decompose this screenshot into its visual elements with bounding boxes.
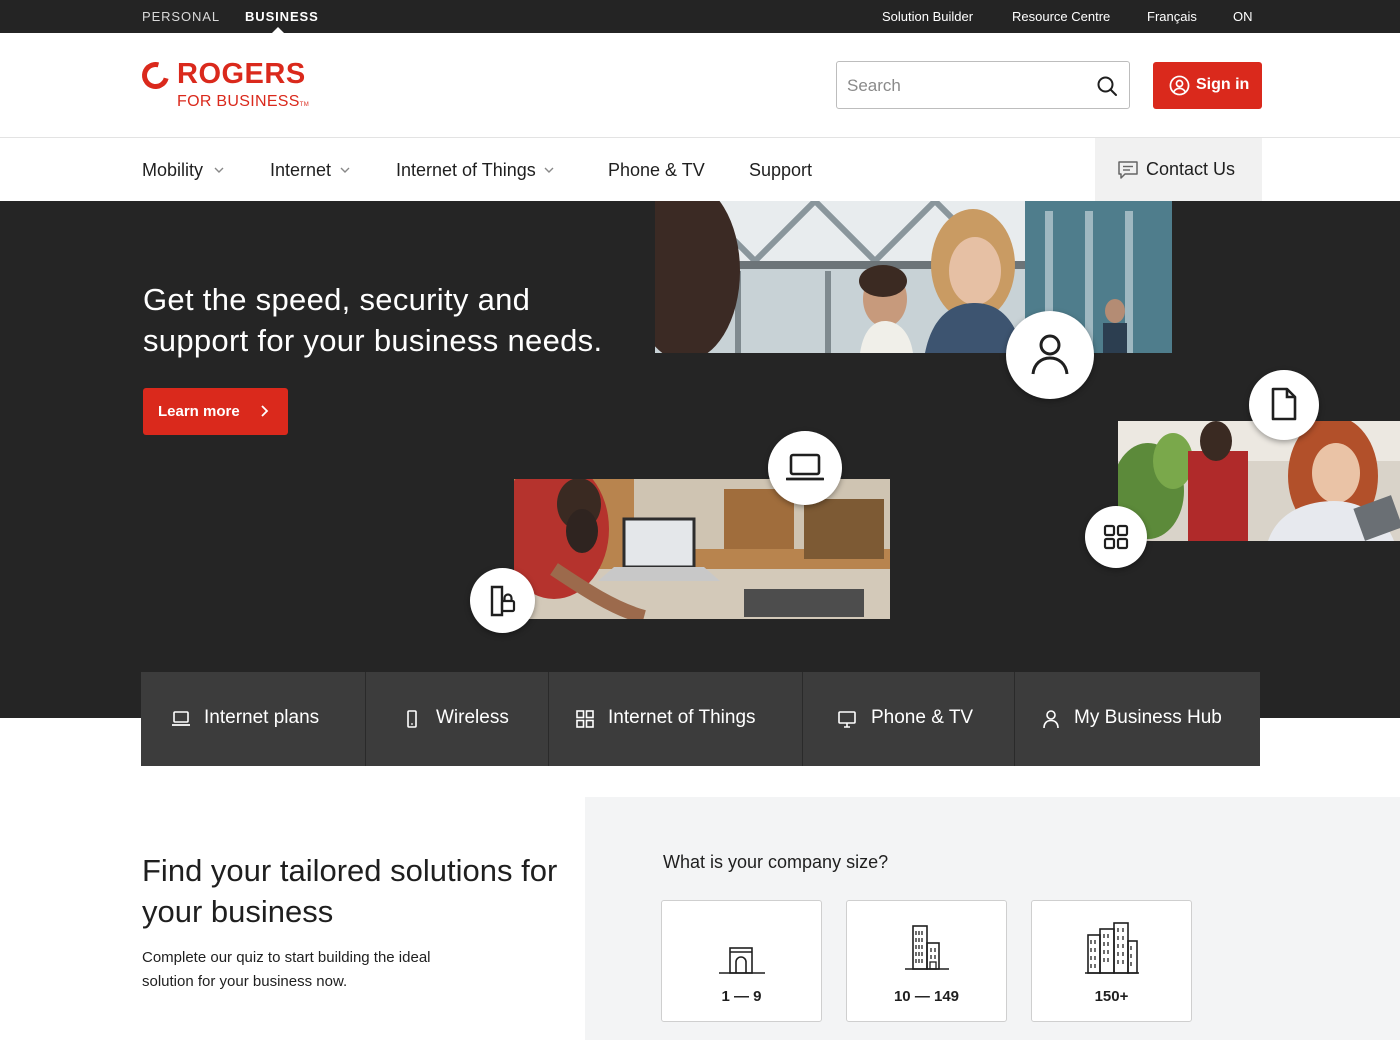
province-selector[interactable]: ON <box>1233 9 1253 24</box>
person-icon <box>1031 334 1069 375</box>
size-option-label: 150+ <box>1094 988 1129 1005</box>
grid-bubble <box>1085 506 1147 568</box>
person-icon <box>1043 710 1059 729</box>
mobile-icon <box>407 710 417 728</box>
search-input[interactable] <box>847 74 1077 98</box>
building-medium-icon <box>904 925 949 970</box>
quick-link-phone-tv[interactable]: Phone & TV <box>803 672 1015 766</box>
quick-link-label: Internet of Things <box>608 707 756 728</box>
quick-link-business-hub[interactable]: My Business Hub <box>1015 672 1260 766</box>
laptop-icon <box>786 453 824 481</box>
site-header: ROGERS FOR BUSINESSTM Sign in <box>0 33 1400 138</box>
solutions-body: Complete our quiz to start building the … <box>142 949 431 990</box>
person-bubble <box>1006 311 1094 399</box>
nav-item-support[interactable]: Support <box>749 160 812 181</box>
chat-icon <box>1118 161 1138 179</box>
logo-subtitle: FOR BUSINESSTM <box>177 93 309 110</box>
quick-link-internet-plans[interactable]: Internet plans <box>141 672 366 766</box>
nav-item-iot[interactable]: Internet of Things <box>396 160 536 181</box>
hero-photo-office-team <box>655 201 1172 353</box>
segment-personal[interactable]: PERSONAL <box>142 9 220 24</box>
size-option-150-plus[interactable]: 150+ <box>1031 900 1192 1022</box>
grid-icon <box>576 710 594 728</box>
quick-links-bar: Internet plans Wireless Internet of Thin… <box>141 672 1260 766</box>
hero-banner: Get the speed, security and support for … <box>0 201 1400 718</box>
mobile-lock-icon <box>490 585 516 617</box>
search-box <box>836 61 1130 109</box>
nav-item-phone-tv[interactable]: Phone & TV <box>608 160 705 181</box>
document-icon <box>1271 387 1297 421</box>
size-option-1-9[interactable]: 1 — 9 <box>661 900 822 1022</box>
chevron-right-icon <box>261 405 269 417</box>
main-nav: Mobility Internet Internet of Things Pho… <box>0 138 1400 201</box>
contact-us-button[interactable]: Contact Us <box>1095 138 1262 201</box>
user-circle-icon <box>1169 75 1190 96</box>
quick-link-label: Phone & TV <box>871 707 974 728</box>
size-option-label: 1 — 9 <box>721 988 762 1005</box>
laptop-bubble <box>768 431 842 505</box>
learn-more-button[interactable]: Learn more <box>143 388 288 435</box>
size-option-10-149[interactable]: 10 — 149 <box>846 900 1007 1022</box>
quick-link-iot[interactable]: Internet of Things <box>549 672 803 766</box>
document-bubble <box>1249 370 1319 440</box>
search-icon[interactable] <box>1095 74 1119 98</box>
top-utility-bar: PERSONAL BUSINESS Solution Builder Resou… <box>0 0 1400 33</box>
sign-in-button[interactable]: Sign in <box>1153 62 1262 109</box>
quick-link-label: Wireless <box>436 707 509 728</box>
language-toggle-link[interactable]: Français <box>1147 9 1197 24</box>
building-small-icon <box>718 947 765 974</box>
monitor-icon <box>838 711 856 728</box>
logo-ring-icon <box>137 57 174 94</box>
grid-icon <box>1103 524 1129 550</box>
quiz-question: What is your company size? <box>663 852 889 872</box>
resource-centre-link[interactable]: Resource Centre <box>1012 9 1110 24</box>
mobile-lock-bubble <box>470 568 535 633</box>
hero-photo-workshop <box>514 479 890 619</box>
learn-more-label: Learn more <box>158 403 240 420</box>
solution-builder-link[interactable]: Solution Builder <box>882 9 973 24</box>
hero-photo-small-business <box>1118 421 1400 541</box>
laptop-icon <box>172 711 190 726</box>
segment-business[interactable]: BUSINESS <box>245 9 319 24</box>
company-size-quiz: What is your company size? 1 — 9 10 — 14… <box>585 797 1400 1040</box>
quick-link-label: My Business Hub <box>1074 707 1222 728</box>
chevron-down-icon <box>214 167 224 173</box>
size-option-label: 10 — 149 <box>893 988 960 1005</box>
quick-link-wireless[interactable]: Wireless <box>366 672 549 766</box>
chevron-down-icon <box>340 167 350 173</box>
logo-wordmark: ROGERS <box>177 58 306 90</box>
building-large-icon <box>1084 922 1139 974</box>
contact-us-label: Contact Us <box>1146 159 1236 179</box>
solutions-heading: Find your tailored solutions for your bu… <box>142 853 558 929</box>
hero-headline: Get the speed, security and support for … <box>143 282 603 358</box>
nav-item-internet[interactable]: Internet <box>270 160 331 181</box>
sign-in-label: Sign in <box>1196 76 1250 93</box>
nav-item-mobility[interactable]: Mobility <box>142 160 203 181</box>
chevron-down-icon <box>544 167 554 173</box>
quick-link-label: Internet plans <box>204 707 320 728</box>
logo-trademark: TM <box>299 102 309 108</box>
